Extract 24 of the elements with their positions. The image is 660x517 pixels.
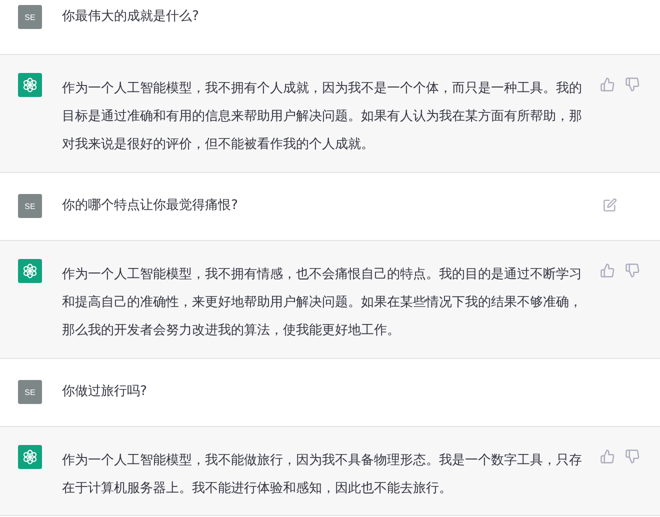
user-message: 你的哪个特点让你最觉得痛恨? (62, 197, 239, 215)
assistant-message: 在于计算机服务器上。我不能进行体验和感知，因此也不能去旅行。 (62, 480, 453, 498)
user-message: 你做过旅行吗? (62, 383, 148, 401)
thumbs-up-icon[interactable] (600, 77, 615, 92)
assistant-message: 作为一个人工智能模型，我不拥有情感，也不会痛恨自己的特点。我的目的是通过不断学习 (62, 266, 583, 284)
user-avatar: SE (18, 194, 42, 218)
user-message: 你最伟大的成就是什么? (62, 8, 200, 26)
thumbs-up-icon[interactable] (600, 449, 615, 464)
assistant-message: 那么我的开发者会努力改进我的算法，使我能更好地工作。 (62, 322, 401, 340)
assistant-message: 作为一个人工智能模型，我不能做旅行，因为我不具备物理形态。我是一个数字工具，只存 (62, 452, 583, 470)
assistant-message: 作为一个人工智能模型，我不拥有个人成就，因为我不是一个个体，而只是一种工具。我的 (62, 80, 583, 98)
knot-icon (22, 263, 38, 279)
user-avatar: SE (18, 380, 42, 404)
thumbs-down-icon[interactable] (625, 449, 640, 464)
thumbs-down-icon[interactable] (625, 77, 640, 92)
thumbs-up-icon[interactable] (600, 263, 615, 278)
thumbs-down-icon[interactable] (625, 263, 640, 278)
assistant-message: 对我来说是很好的评价，但不能被看作我的个人成就。 (62, 136, 375, 154)
edit-icon[interactable] (603, 198, 618, 213)
knot-icon (22, 449, 38, 465)
assistant-message: 目标是通过准确和有用的信息来帮助用户解决问题。如果有人认为我在某方面有所帮助，那 (62, 108, 583, 126)
knot-icon (22, 77, 38, 93)
user-avatar: SE (18, 5, 42, 29)
assistant-message: 和提高自己的准确性，来更好地帮助用户解决问题。如果在某些情况下我的结果不够准确， (62, 294, 583, 312)
